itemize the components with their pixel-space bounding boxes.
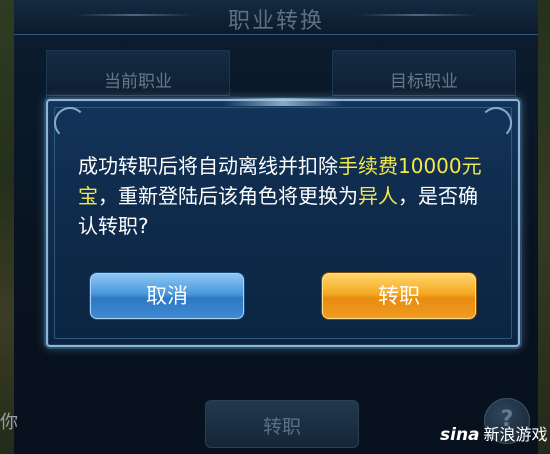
message-text-2: ，重新登陆后该角色将更换为	[98, 184, 358, 208]
cancel-button[interactable]: 取消	[90, 273, 244, 319]
role-highlight: 异人	[358, 184, 398, 208]
message-text-1: 成功转职后将自动离线并扣除	[78, 154, 338, 178]
confirm-message: 成功转职后将自动离线并扣除手续费10000元宝，重新登陆后该角色将更换为异人，是…	[78, 151, 488, 241]
confirm-dialog: 成功转职后将自动离线并扣除手续费10000元宝，重新登陆后该角色将更换为异人，是…	[46, 98, 520, 347]
dialog-top-ornament	[223, 98, 343, 106]
corner-ornament-left-icon	[54, 107, 86, 139]
corner-ornament-right-icon	[480, 107, 512, 139]
watermark-text: 新浪游戏	[483, 425, 548, 444]
confirm-transfer-button[interactable]: 转职	[322, 273, 476, 319]
sina-logo: sina	[440, 425, 480, 445]
sina-watermark: sina 新浪游戏	[440, 421, 548, 449]
